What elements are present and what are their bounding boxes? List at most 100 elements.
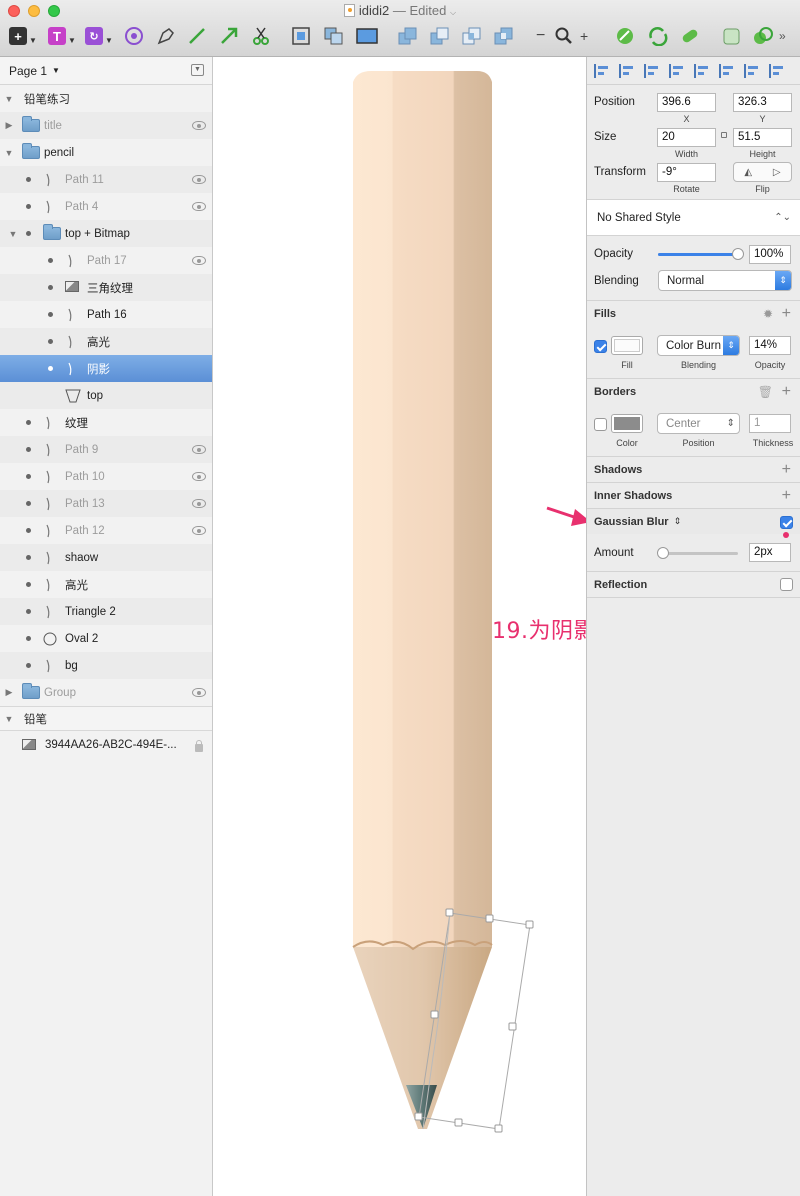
- blending-select[interactable]: Normal ⇕: [658, 270, 792, 291]
- fill-enabled-checkbox[interactable]: [594, 340, 607, 353]
- layer-row[interactable]: Oval 2: [0, 625, 212, 652]
- add-shadow-icon[interactable]: +: [782, 461, 791, 479]
- blur-amount-field[interactable]: 2px: [749, 543, 791, 562]
- zoom-out-button[interactable]: −: [536, 26, 545, 46]
- layer-row[interactable]: ▼ pencil: [0, 139, 212, 166]
- add-border-icon[interactable]: +: [782, 383, 791, 401]
- title-chevron-icon[interactable]: ⌵: [450, 8, 456, 17]
- difference-button[interactable]: [493, 26, 515, 46]
- union-button[interactable]: [397, 26, 419, 46]
- disclosure-open-icon[interactable]: ▼: [4, 714, 14, 724]
- height-field[interactable]: 51.5: [733, 128, 792, 147]
- layer-row[interactable]: ▶ Group: [0, 679, 212, 706]
- ungroup-button[interactable]: [752, 26, 774, 46]
- visibility-eye-icon[interactable]: [192, 445, 206, 454]
- visibility-eye-icon[interactable]: [192, 499, 206, 508]
- fill-color-swatch[interactable]: [611, 336, 643, 355]
- blur-amount-knob[interactable]: [656, 547, 669, 559]
- reflection-checkbox[interactable]: [780, 578, 793, 591]
- layer-row[interactable]: 阴影: [0, 355, 212, 382]
- disclosure-open-icon[interactable]: ▼: [4, 148, 14, 158]
- gear-icon[interactable]: ✹: [763, 307, 773, 321]
- align-center-icon[interactable]: [669, 63, 687, 78]
- layer-row[interactable]: top: [0, 382, 212, 409]
- image-button[interactable]: [356, 26, 378, 46]
- border-thickness-field[interactable]: 1: [749, 414, 791, 433]
- rotate-button[interactable]: [646, 26, 670, 46]
- flip-vertical-icon[interactable]: ▷: [773, 167, 781, 178]
- updown-icon[interactable]: ⇕: [674, 516, 682, 527]
- layer-row[interactable]: Path 12: [0, 517, 212, 544]
- intersect-button[interactable]: [461, 26, 483, 46]
- visibility-eye-icon[interactable]: [192, 688, 206, 697]
- disclosure-closed-icon[interactable]: ▶: [4, 687, 14, 698]
- page-list-toggle-icon[interactable]: ▼: [191, 64, 204, 76]
- proportion-lock-icon[interactable]: [721, 132, 727, 138]
- layer-row[interactable]: Path 17: [0, 247, 212, 274]
- layer-row[interactable]: Path 13: [0, 490, 212, 517]
- trash-icon[interactable]: 🗑: [758, 385, 773, 399]
- opacity-slider-knob[interactable]: [732, 248, 744, 260]
- layer-row[interactable]: ▼ top + Bitmap: [0, 220, 212, 247]
- layer-row[interactable]: 纹理: [0, 409, 212, 436]
- disclosure-open-icon[interactable]: ▼: [4, 94, 14, 104]
- zoom-in-button[interactable]: +: [580, 26, 588, 46]
- blur-amount-slider[interactable]: [656, 547, 738, 559]
- insert-button[interactable]: + ▼: [9, 26, 37, 46]
- flip-control[interactable]: ◭ ▷: [733, 162, 792, 182]
- gaussian-blur-section-header[interactable]: Gaussian Blur ⇕: [587, 508, 800, 534]
- align-middle-icon[interactable]: [744, 63, 762, 78]
- visibility-eye-icon[interactable]: [192, 121, 206, 130]
- width-field[interactable]: 20: [657, 128, 716, 147]
- align-right-icon[interactable]: [694, 63, 712, 78]
- distribute-vertical-icon[interactable]: [619, 63, 637, 78]
- opacity-field[interactable]: 100%: [749, 245, 791, 264]
- visibility-eye-icon[interactable]: [192, 472, 206, 481]
- layer-row[interactable]: Path 11: [0, 166, 212, 193]
- transform-button[interactable]: [291, 26, 311, 46]
- symbol-layer-row[interactable]: 3944AA26-AB2C-494E-...: [0, 731, 212, 758]
- align-top-icon[interactable]: [719, 63, 737, 78]
- lock-icon[interactable]: [195, 740, 203, 752]
- page-selector[interactable]: Page 1 ▼ ▼: [0, 57, 212, 85]
- gaussian-blur-checkbox[interactable]: [780, 516, 793, 529]
- position-y-field[interactable]: 326.3: [733, 93, 792, 112]
- symbol-page-header[interactable]: ▼ 铅笔: [0, 706, 212, 731]
- add-inner-shadow-icon[interactable]: +: [782, 487, 791, 505]
- visibility-eye-icon[interactable]: [192, 256, 206, 265]
- toolbar-overflow-icon[interactable]: »: [779, 26, 786, 46]
- subtract-button[interactable]: [429, 26, 451, 46]
- layer-row[interactable]: 高光: [0, 328, 212, 355]
- layer-row[interactable]: bg: [0, 652, 212, 679]
- disclosure-open-icon[interactable]: ▼: [8, 229, 18, 239]
- line-tool-button[interactable]: [187, 26, 207, 46]
- visibility-eye-icon[interactable]: [192, 175, 206, 184]
- layer-row[interactable]: Path 9: [0, 436, 212, 463]
- position-x-field[interactable]: 396.6: [657, 93, 716, 112]
- layer-row[interactable]: 高光: [0, 571, 212, 598]
- shared-style-select[interactable]: No Shared Style ⌃⌄: [587, 200, 800, 235]
- flip-horizontal-icon[interactable]: ◭: [744, 167, 752, 178]
- layer-row[interactable]: ▼ 铅笔练习: [0, 85, 212, 112]
- text-tool-button[interactable]: T ▼: [48, 26, 76, 46]
- layer-row[interactable]: ▶ title: [0, 112, 212, 139]
- layer-row[interactable]: Path 16: [0, 301, 212, 328]
- symbol-button[interactable]: ↻ ▼: [85, 26, 113, 46]
- layer-row[interactable]: shaow: [0, 544, 212, 571]
- align-left-icon[interactable]: [644, 63, 662, 78]
- rotate-copies-button[interactable]: [124, 26, 144, 46]
- border-position-select[interactable]: Center ⇕: [657, 413, 740, 434]
- arrow-tool-button[interactable]: [219, 26, 239, 46]
- layer-row[interactable]: 三角纹理: [0, 274, 212, 301]
- disclosure-closed-icon[interactable]: ▶: [4, 120, 14, 131]
- border-enabled-checkbox[interactable]: [594, 418, 607, 431]
- rotate-field[interactable]: -9°: [657, 163, 716, 182]
- zoom-button[interactable]: [554, 26, 574, 46]
- layer-row[interactable]: Path 4: [0, 193, 212, 220]
- add-fill-icon[interactable]: +: [782, 305, 791, 323]
- pen-tool-button[interactable]: [156, 26, 176, 46]
- layer-row[interactable]: Path 10: [0, 463, 212, 490]
- scissors-button[interactable]: [251, 26, 271, 46]
- layer-row[interactable]: Triangle 2: [0, 598, 212, 625]
- fill-opacity-field[interactable]: 14%: [749, 336, 791, 355]
